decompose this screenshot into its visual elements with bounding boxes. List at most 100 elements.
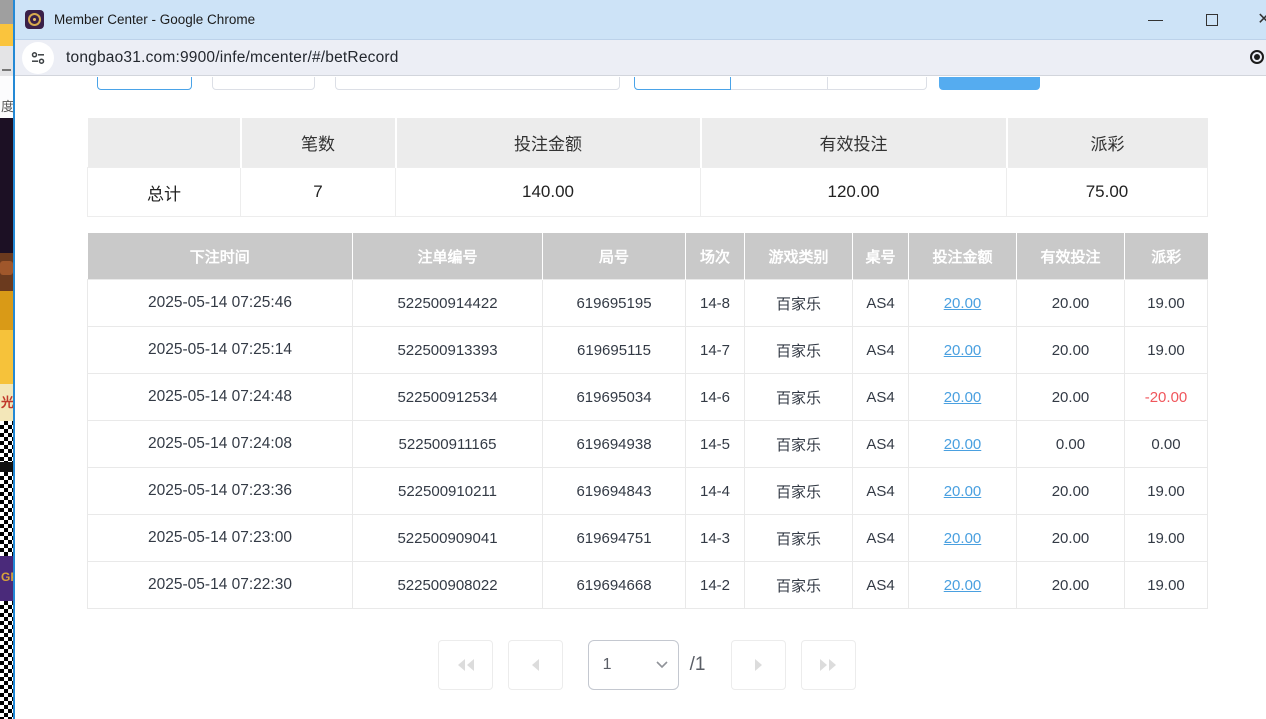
total-pages-label: /1 [690, 654, 706, 676]
bet-amount-link[interactable]: 20.00 [944, 389, 982, 406]
bg-strip-white: 度 [0, 76, 13, 118]
chevron-down-icon [656, 661, 668, 669]
table-number: AS4 [853, 468, 909, 515]
session: 14-4 [686, 468, 745, 515]
bet-id: 522500914422 [353, 280, 543, 327]
bet-id: 522500911165 [353, 421, 543, 468]
bet-amount-link[interactable]: 20.00 [944, 295, 982, 312]
left-icon [529, 658, 543, 672]
bg-strip-text-fragment: 度 [1, 96, 13, 115]
bg-strip-qr [0, 421, 13, 462]
header-game-type: 游戏类别 [745, 233, 853, 280]
bg-strip-dark [0, 462, 13, 472]
bet-amount-cell: 20.00 [909, 374, 1017, 421]
bet-amount-link[interactable]: 20.00 [944, 342, 982, 359]
bet-time: 2025-05-14 07:22:30 [88, 562, 353, 609]
table-row: 2025-05-14 07:24:08 522500911165 6196949… [88, 421, 1208, 468]
prev-page-button[interactable] [508, 640, 563, 690]
table-row: 2025-05-14 07:25:14 522500913393 6196951… [88, 327, 1208, 374]
bet-amount-cell: 20.00 [909, 515, 1017, 562]
header-round: 局号 [543, 233, 686, 280]
site-settings-button[interactable] [22, 42, 54, 74]
summary-valid-bet-value: 120.00 [701, 168, 1007, 217]
window-title: Member Center - Google Chrome [54, 12, 255, 27]
game-type: 百家乐 [745, 327, 853, 374]
bet-amount-link[interactable]: 20.00 [944, 483, 982, 500]
header-bet-time: 下注时间 [88, 233, 353, 280]
session: 14-3 [686, 515, 745, 562]
right-icon [751, 658, 765, 672]
bet-table-header-row: 下注时间 注单编号 局号 场次 游戏类别 桌号 投注金额 有效投注 派彩 [88, 233, 1208, 280]
bet-amount-link[interactable]: 20.00 [944, 577, 982, 594]
valid-bet: 20.00 [1017, 515, 1125, 562]
filter-toolbar [17, 77, 1266, 91]
first-page-button[interactable] [438, 640, 493, 690]
bet-id: 522500913393 [353, 327, 543, 374]
payout: 19.00 [1125, 327, 1208, 374]
session: 14-5 [686, 421, 745, 468]
header-valid-bet: 有效投注 [1017, 233, 1125, 280]
toolbar-segment-1[interactable] [634, 77, 731, 90]
page-select[interactable]: 1 [588, 640, 679, 690]
summary-total-row: 总计 7 140.00 120.00 75.00 [88, 168, 1208, 217]
toolbar-search-button[interactable] [939, 77, 1040, 90]
table-row: 2025-05-14 07:23:36 522500910211 6196948… [88, 468, 1208, 515]
payout: -20.00 [1125, 374, 1208, 421]
toolbar-button-2[interactable] [212, 77, 315, 90]
header-bet-id: 注单编号 [353, 233, 543, 280]
background-window-strip: 度 光 GP [0, 0, 13, 719]
window-titlebar: Member Center - Google Chrome ✕ [15, 0, 1266, 40]
bet-time: 2025-05-14 07:23:36 [88, 468, 353, 515]
summary-table: 笔数 投注金额 有效投注 派彩 总计 7 140.00 120.00 75.00 [87, 118, 1208, 217]
game-type: 百家乐 [745, 421, 853, 468]
round-number: 619695115 [543, 327, 686, 374]
bet-amount-cell: 20.00 [909, 421, 1017, 468]
table-number: AS4 [853, 421, 909, 468]
bg-strip-light [0, 46, 13, 76]
bg-strip-brown [0, 253, 13, 291]
toolbar-segment-3[interactable] [827, 77, 927, 90]
next-page-button[interactable] [731, 640, 786, 690]
game-type: 百家乐 [745, 280, 853, 327]
header-payout: 派彩 [1125, 233, 1208, 280]
target-icon[interactable] [1250, 50, 1264, 64]
pagination: 1 /1 [87, 640, 1207, 690]
tune-icon [30, 50, 46, 66]
round-number: 619694751 [543, 515, 686, 562]
session: 14-6 [686, 374, 745, 421]
bet-id: 522500912534 [353, 374, 543, 421]
bet-time: 2025-05-14 07:25:14 [88, 327, 353, 374]
toolbar-input[interactable] [335, 77, 620, 90]
maximize-button[interactable] [1189, 0, 1235, 40]
maximize-icon [1206, 14, 1218, 26]
bet-time: 2025-05-14 07:23:00 [88, 515, 353, 562]
table-number: AS4 [853, 374, 909, 421]
bg-strip-yellow [0, 330, 13, 384]
toolbar-button-1[interactable] [97, 77, 192, 90]
valid-bet: 20.00 [1017, 562, 1125, 609]
toolbar-segment-2[interactable] [730, 77, 828, 90]
table-row: 2025-05-14 07:22:30 522500908022 6196946… [88, 562, 1208, 609]
bet-time: 2025-05-14 07:24:08 [88, 421, 353, 468]
last-page-button[interactable] [801, 640, 856, 690]
url-input[interactable]: tongbao31.com:9900/infe/mcenter/#/betRec… [66, 49, 399, 67]
game-type: 百家乐 [745, 515, 853, 562]
round-number: 619694938 [543, 421, 686, 468]
session: 14-8 [686, 280, 745, 327]
page-select-value: 1 [603, 656, 612, 674]
bet-amount-link[interactable]: 20.00 [944, 530, 982, 547]
bet-amount-link[interactable]: 20.00 [944, 436, 982, 453]
payout: 19.00 [1125, 515, 1208, 562]
bg-strip-purple-banner: GP [0, 556, 13, 601]
payout: 19.00 [1125, 562, 1208, 609]
bg-strip-gray [0, 0, 13, 24]
summary-payout-value: 75.00 [1007, 168, 1208, 217]
minimize-button[interactable] [1132, 0, 1178, 40]
bet-record-table: 下注时间 注单编号 局号 场次 游戏类别 桌号 投注金额 有效投注 派彩 202… [87, 233, 1208, 609]
table-row: 2025-05-14 07:25:46 522500914422 6196951… [88, 280, 1208, 327]
bg-strip-cream: 光 [0, 384, 13, 421]
close-button[interactable]: ✕ [1241, 0, 1266, 40]
bg-strip-yellow-folder [0, 24, 13, 46]
session: 14-7 [686, 327, 745, 374]
bg-strip-text-fragment: GP [1, 570, 13, 584]
